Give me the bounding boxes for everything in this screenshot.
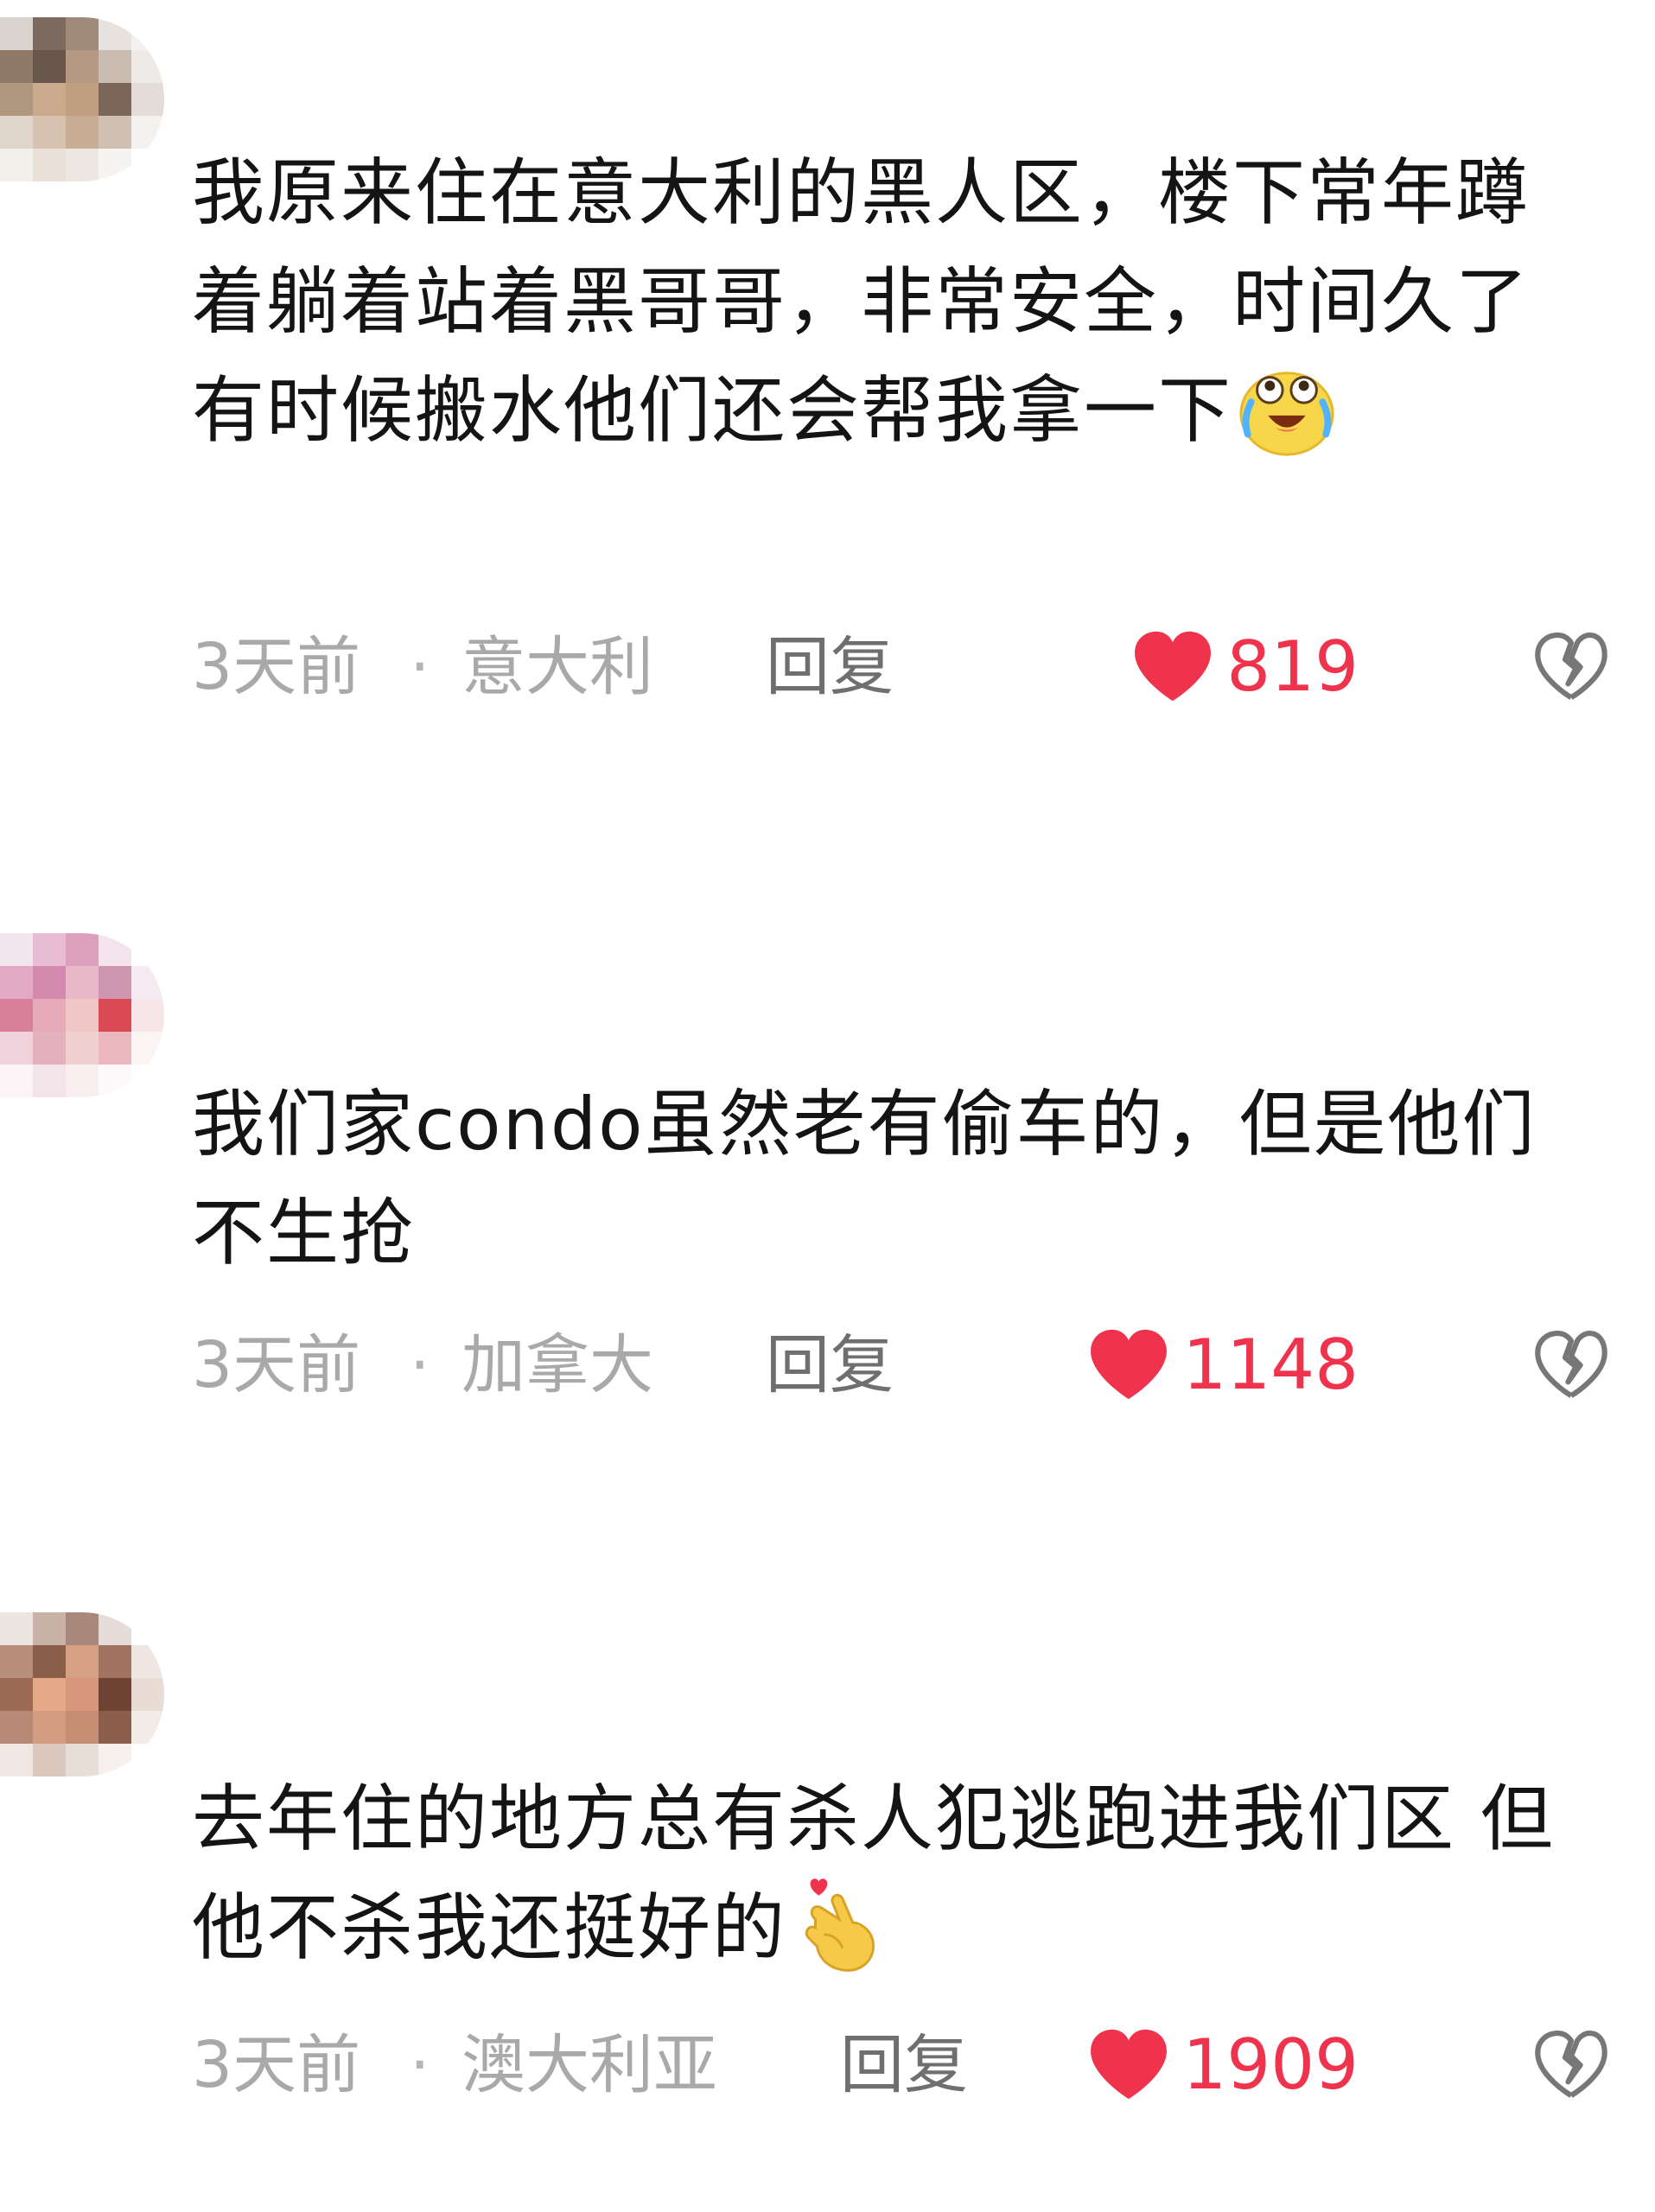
broken-heart-icon[interactable] <box>1533 1327 1609 1403</box>
comment-text-content: 我们家condo虽然老有偷车的，但是他们不生抢 <box>192 1082 1537 1275</box>
comment-location: 意大利 <box>461 630 653 704</box>
comment-meta: 3天前 · 加拿大 回复 1148 <box>192 1322 1609 1408</box>
like-button[interactable]: 819 <box>1131 624 1359 710</box>
like-button[interactable]: 1148 <box>1087 1322 1359 1408</box>
meta-separator: · <box>410 2028 430 2102</box>
comment-text: 我们家condo虽然老有偷车的，但是他们不生抢 <box>192 1070 1592 1287</box>
comment-location: 加拿大 <box>461 1328 653 1402</box>
comment-time: 3天前 <box>192 630 361 704</box>
comment-meta: 3天前 · 意大利 回复 819 <box>192 624 1609 710</box>
heart-icon <box>1091 1329 1168 1400</box>
comment-location: 澳大利亚 <box>461 2028 717 2102</box>
reply-button[interactable]: 回复 <box>766 1322 894 1408</box>
avatar[interactable] <box>0 1612 164 1777</box>
finger-heart-icon <box>805 1878 875 1972</box>
avatar[interactable] <box>0 17 164 181</box>
like-count: 1909 <box>1182 2024 1359 2105</box>
comment-time: 3天前 <box>192 1328 361 1402</box>
comment-meta: 3天前 · 澳大利亚 回复 1909 <box>192 2022 1609 2108</box>
reply-button[interactable]: 回复 <box>766 624 894 710</box>
like-count: 819 <box>1226 626 1359 707</box>
crying-laughing-face-icon <box>1239 372 1334 456</box>
heart-icon <box>1091 2029 1168 2100</box>
broken-heart-icon[interactable] <box>1533 629 1609 705</box>
avatar[interactable] <box>0 933 164 1097</box>
like-button[interactable]: 1909 <box>1087 2022 1359 2108</box>
meta-separator: · <box>410 1328 430 1402</box>
comment-time: 3天前 <box>192 2028 361 2102</box>
meta-separator: · <box>410 630 430 704</box>
reply-button[interactable]: 回复 <box>840 2022 968 2108</box>
broken-heart-icon[interactable] <box>1533 2027 1609 2103</box>
like-count: 1148 <box>1182 1325 1359 1405</box>
heart-icon <box>1135 631 1212 702</box>
comment-text: 我原来住在意大利的黑人区，楼下常年蹲着躺着站着黑哥哥，非常安全，时间久了有时候搬… <box>192 138 1592 467</box>
comment-text: 去年住的地方总有杀人犯逃跑进我们区 但他不杀我还挺好的 <box>192 1764 1592 1984</box>
